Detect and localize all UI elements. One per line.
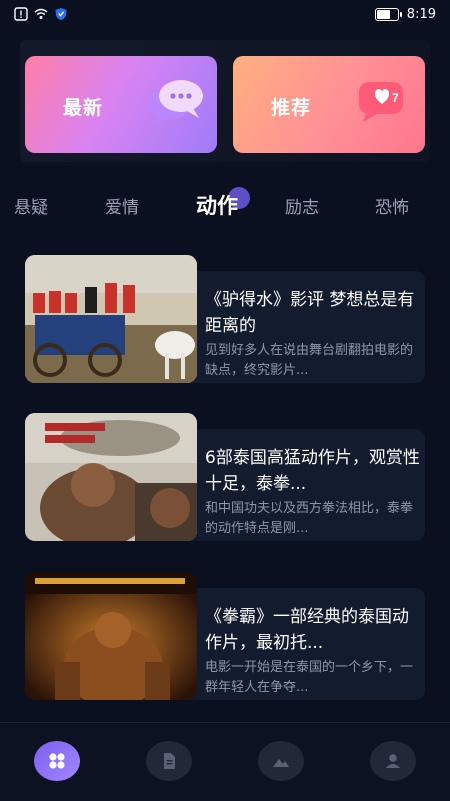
article-item[interactable]: 《拳霸》一部经典的泰国动作片，最初托... 电影一开始是在泰国的一个乡下，一群年… [25, 572, 425, 700]
status-time: 8:19 [406, 7, 436, 22]
grid-icon [49, 753, 65, 769]
article-thumbnail [25, 413, 197, 541]
alert-icon [14, 7, 28, 21]
article-description: 电影一开始是在泰国的一个乡下，一群年轻人在争夺... [205, 660, 414, 695]
recommend-card[interactable]: 推荐 7 [233, 56, 425, 153]
nav-articles[interactable] [146, 741, 192, 781]
nav-home[interactable] [34, 741, 80, 781]
nav-profile[interactable] [370, 741, 416, 781]
article-title: 《拳霸》一部经典的泰国动作片，最初托... [205, 607, 409, 653]
user-icon [386, 754, 400, 768]
category-tabs: 悬疑 爱情 动作 励志 恐怖 [0, 185, 450, 225]
recommend-badge: 7 [392, 91, 399, 105]
nav-gallery[interactable] [258, 741, 304, 781]
shield-icon [55, 8, 67, 20]
article-thumbnail [25, 255, 197, 383]
image-icon [273, 759, 289, 767]
bottom-navigation [0, 722, 450, 801]
article-title: 《驴得水》影评 梦想总是有距离的 [205, 290, 415, 336]
battery-icon [374, 8, 402, 21]
document-icon [164, 753, 175, 769]
article-thumbnail [25, 572, 197, 700]
status-bar: 8:19 [0, 0, 450, 30]
tab-horror[interactable]: 恐怖 [375, 193, 409, 218]
heart-notification-icon: 7 [359, 82, 403, 122]
latest-card-label: 最新 [63, 97, 104, 119]
article-description: 和中国功夫以及西方拳法相比，泰拳的动作特点是刚... [205, 501, 414, 536]
tab-inspirational[interactable]: 励志 [285, 193, 319, 218]
article-item[interactable]: 《驴得水》影评 梦想总是有距离的 见到好多人在说由舞台剧翻拍电影的缺点，终究影片… [25, 255, 425, 383]
tab-action[interactable]: 动作 [196, 190, 238, 220]
latest-card[interactable]: 最新 [25, 56, 217, 153]
wifi-icon [34, 8, 48, 19]
article-title: 6部泰国高猛动作片，观赏性十足，泰拳... [205, 448, 420, 494]
article-description: 见到好多人在说由舞台剧翻拍电影的缺点，终究影片... [205, 343, 414, 378]
chat-bubble-icon [147, 80, 203, 124]
tab-suspense[interactable]: 悬疑 [14, 193, 48, 218]
recommend-card-label: 推荐 [271, 97, 312, 119]
article-item[interactable]: 6部泰国高猛动作片，观赏性十足，泰拳... 和中国功夫以及西方拳法相比，泰拳的动… [25, 413, 425, 541]
tab-romance[interactable]: 爱情 [105, 193, 139, 218]
